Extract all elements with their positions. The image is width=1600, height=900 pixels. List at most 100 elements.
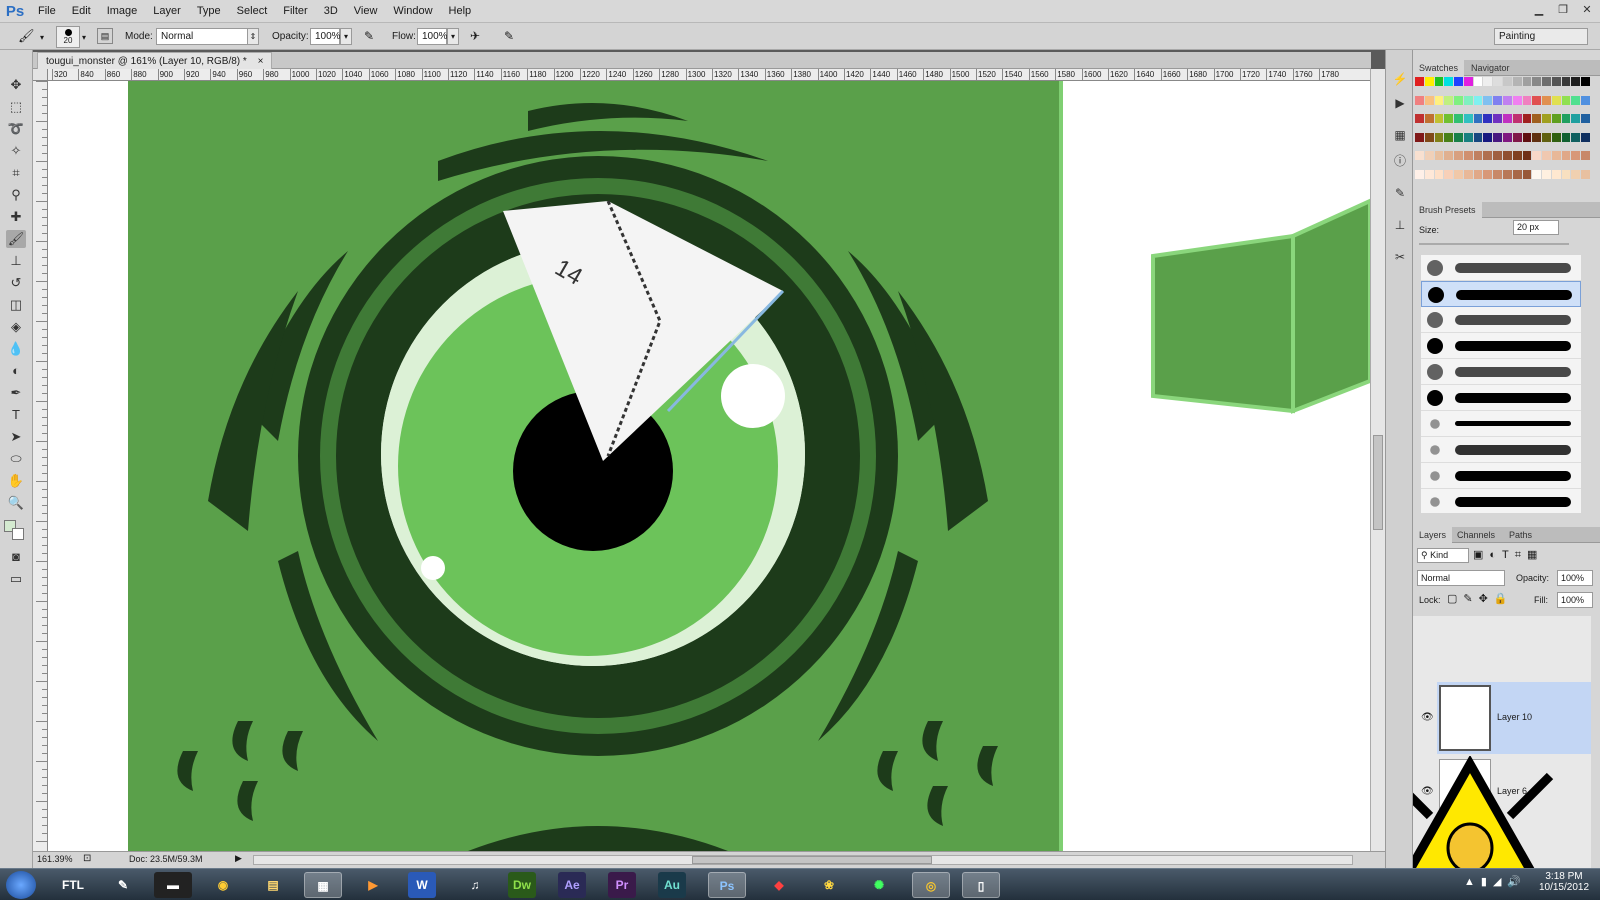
healing-brush-tool-icon[interactable]: ✚ xyxy=(6,208,26,226)
swatch[interactable] xyxy=(1532,114,1542,123)
brush-preset[interactable] xyxy=(1421,463,1581,489)
swatch[interactable] xyxy=(1424,114,1434,123)
brush-preset[interactable] xyxy=(1421,489,1581,513)
swatch[interactable] xyxy=(1522,114,1532,123)
visibility-eye-icon[interactable]: 👁 xyxy=(1421,712,1434,723)
swatch[interactable] xyxy=(1512,151,1522,160)
taskbar-word[interactable]: W xyxy=(408,872,436,898)
swatch[interactable] xyxy=(1542,151,1551,160)
swatch[interactable] xyxy=(1571,169,1581,179)
brush-preset[interactable] xyxy=(1421,385,1581,411)
vertical-scrollbar[interactable] xyxy=(1370,69,1385,851)
document-tab[interactable]: tougui_monster @ 161% (Layer 10, RGB/8) … xyxy=(37,52,273,69)
clock[interactable]: 3:18 PM 10/15/2012 xyxy=(1534,871,1594,893)
tab-channels[interactable]: Channels xyxy=(1451,527,1501,543)
swatch[interactable] xyxy=(1434,95,1444,105)
taskbar-audition[interactable]: Au xyxy=(658,872,686,898)
background-color-swatch[interactable] xyxy=(12,528,24,540)
adjustments-icon[interactable]: ▦ xyxy=(1392,128,1408,144)
swatch[interactable] xyxy=(1571,77,1581,86)
taskbar-ftl[interactable]: FTL xyxy=(54,872,92,898)
scroll-thumb[interactable] xyxy=(1373,435,1383,530)
swatch[interactable] xyxy=(1502,77,1512,86)
lock-icons[interactable]: ▢✎✥🔒 xyxy=(1447,592,1514,605)
flow-chevron-icon[interactable]: ▾ xyxy=(447,28,459,45)
swatch[interactable] xyxy=(1551,95,1561,105)
swatch[interactable] xyxy=(1581,169,1590,179)
swatch[interactable] xyxy=(1542,169,1551,179)
swatch[interactable] xyxy=(1502,95,1512,105)
swatch[interactable] xyxy=(1502,114,1512,123)
swatch[interactable] xyxy=(1512,169,1522,179)
layer-row-selected[interactable]: Layer 10 xyxy=(1437,682,1591,754)
swatch[interactable] xyxy=(1571,95,1581,105)
swatch[interactable] xyxy=(1483,95,1493,105)
quick-select-tool-icon[interactable]: ✧ xyxy=(6,142,26,160)
swatch[interactable] xyxy=(1415,95,1424,105)
minimize-icon[interactable]: ▁ xyxy=(1530,2,1548,18)
ellipse-tool-icon[interactable]: ⬭ xyxy=(6,450,26,468)
swatch[interactable] xyxy=(1424,169,1434,179)
move-tool-icon[interactable]: ✥ xyxy=(6,76,26,94)
swatch[interactable] xyxy=(1483,151,1493,160)
swatch[interactable] xyxy=(1473,114,1483,123)
taskbar-folder-icon[interactable]: ▤ xyxy=(254,872,292,898)
menu-type[interactable]: Type xyxy=(189,0,229,23)
menu-select[interactable]: Select xyxy=(229,0,276,23)
airbrush-icon[interactable]: ✈ xyxy=(470,29,480,43)
brush-size-picker[interactable]: 20 xyxy=(56,26,80,48)
swatch[interactable] xyxy=(1493,132,1502,142)
flow-input[interactable]: 100% xyxy=(417,28,448,45)
swatch[interactable] xyxy=(1434,151,1444,160)
swatch[interactable] xyxy=(1532,77,1542,86)
swatch[interactable] xyxy=(1424,132,1434,142)
menu-edit[interactable]: Edit xyxy=(64,0,99,23)
swatch[interactable] xyxy=(1434,132,1444,142)
taskbar-photoshop[interactable]: Ps xyxy=(708,872,746,898)
brush-preset[interactable] xyxy=(1421,333,1581,359)
status-info-icon[interactable]: ⊡ xyxy=(83,853,91,864)
brush-preset[interactable] xyxy=(1421,255,1581,281)
lasso-tool-icon[interactable]: ➰ xyxy=(6,120,26,138)
swatch[interactable] xyxy=(1561,114,1571,123)
menu-help[interactable]: Help xyxy=(441,0,480,23)
swatch[interactable] xyxy=(1512,114,1522,123)
swatch[interactable] xyxy=(1571,132,1581,142)
taskbar-explorer-icon[interactable]: ▦ xyxy=(304,872,342,898)
layer-opacity-input[interactable]: 100% xyxy=(1557,570,1593,586)
swatch[interactable] xyxy=(1561,132,1571,142)
swatch[interactable] xyxy=(1561,95,1571,105)
swatch[interactable] xyxy=(1551,169,1561,179)
swatch[interactable] xyxy=(1542,114,1551,123)
swatch[interactable] xyxy=(1551,132,1561,142)
ruler-origin[interactable] xyxy=(33,69,48,81)
brush-preset[interactable] xyxy=(1421,307,1581,333)
brush-preset[interactable] xyxy=(1421,437,1581,463)
taskbar-network-icon[interactable]: ◉ xyxy=(204,872,242,898)
tab-navigator[interactable]: Navigator xyxy=(1465,60,1516,76)
swatch[interactable] xyxy=(1424,77,1434,86)
brush-preset-selected[interactable] xyxy=(1421,281,1581,307)
swatch[interactable] xyxy=(1473,132,1483,142)
swatch[interactable] xyxy=(1463,95,1473,105)
menu-view[interactable]: View xyxy=(346,0,386,23)
taskbar-razer-icon[interactable]: ✺ xyxy=(860,872,898,898)
menu-file[interactable]: File xyxy=(30,0,64,23)
eraser-tool-icon[interactable]: ◫ xyxy=(6,296,26,314)
swatch[interactable] xyxy=(1434,114,1444,123)
swatch[interactable] xyxy=(1522,132,1532,142)
swatch[interactable] xyxy=(1473,169,1483,179)
paint-bucket-tool-icon[interactable]: ◈ xyxy=(6,318,26,336)
layer-filter-icons[interactable]: ▣◐T⌗▦ xyxy=(1473,548,1543,562)
swatch[interactable] xyxy=(1493,77,1502,86)
swatch[interactable] xyxy=(1561,77,1571,86)
tab-swatches[interactable]: Swatches xyxy=(1413,60,1465,76)
close-icon[interactable]: ✕ xyxy=(1578,2,1596,18)
menu-filter[interactable]: Filter xyxy=(275,0,315,23)
system-tray-icons[interactable]: ▲▮◢🔊 xyxy=(1464,875,1527,888)
menu-window[interactable]: Window xyxy=(385,0,440,23)
marquee-tool-icon[interactable]: ⬚ xyxy=(6,98,26,116)
taskbar-pen-icon[interactable]: ✎ xyxy=(104,872,142,898)
swatch[interactable] xyxy=(1463,132,1473,142)
swatch[interactable] xyxy=(1493,95,1502,105)
